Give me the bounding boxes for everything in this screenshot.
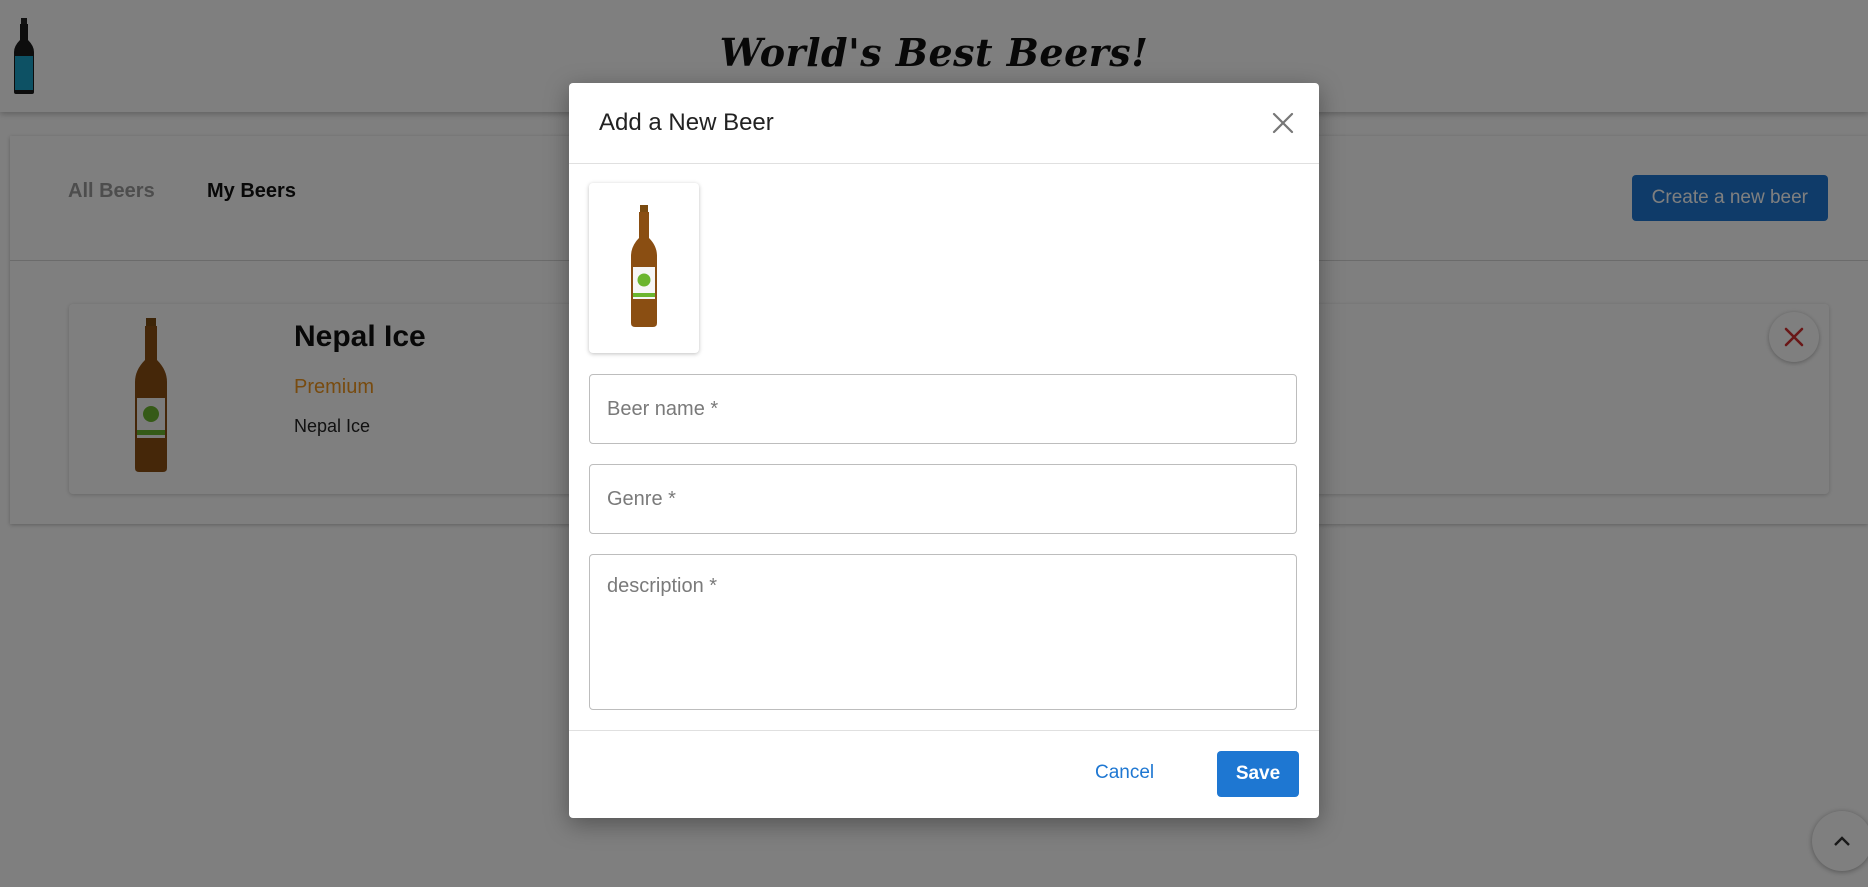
beer-bottle-icon	[631, 205, 657, 327]
close-dialog-button[interactable]	[1265, 105, 1301, 141]
add-beer-dialog: Add a New Beer Cancel Save	[569, 83, 1319, 818]
beer-name-input[interactable]	[589, 374, 1297, 444]
cancel-button[interactable]: Cancel	[1089, 761, 1160, 785]
description-textarea[interactable]	[589, 554, 1297, 710]
dialog-title: Add a New Beer	[599, 109, 774, 136]
dialog-footer: Cancel Save	[569, 730, 1319, 819]
dialog-header: Add a New Beer	[569, 83, 1319, 164]
genre-input[interactable]	[589, 464, 1297, 534]
save-button[interactable]: Save	[1217, 751, 1299, 797]
beer-image-preview[interactable]	[589, 183, 699, 353]
close-icon	[1272, 112, 1294, 134]
